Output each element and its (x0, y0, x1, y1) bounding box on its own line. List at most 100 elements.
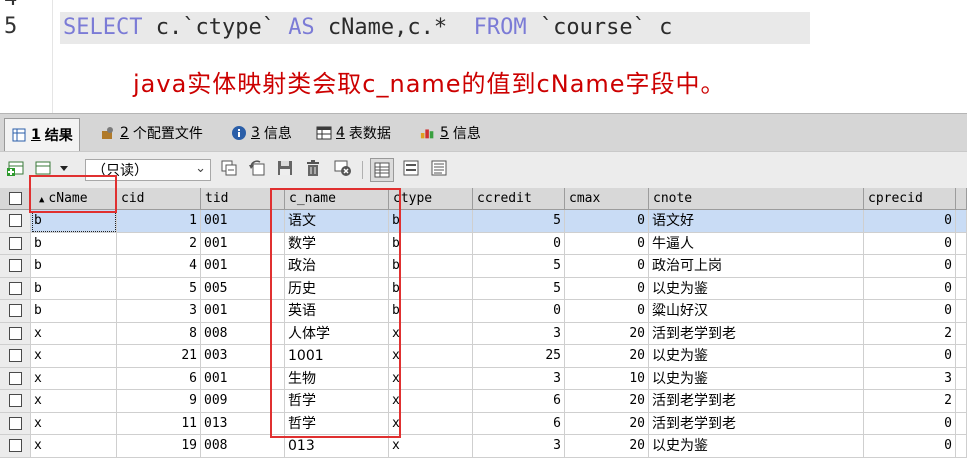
export-button[interactable] (32, 159, 72, 181)
cell-cnote[interactable]: 活到老学到老 (649, 322, 864, 345)
row-checkbox[interactable] (9, 214, 22, 227)
cell-ctype[interactable]: x (389, 367, 473, 390)
cell-ctype[interactable]: b (389, 210, 473, 233)
cell-cprecid[interactable]: 0 (864, 210, 956, 233)
cell-c-name[interactable]: 哲学 (285, 390, 389, 413)
cell-cname[interactable]: b (31, 277, 117, 300)
column-header-ctype[interactable]: ctype (389, 188, 473, 210)
cell-cnote[interactable]: 活到老学到老 (649, 412, 864, 435)
delete-button[interactable] (302, 159, 324, 181)
table-row[interactable]: x 21 003 1001 x 25 20 以史为鉴 0 (0, 345, 967, 368)
cell-ctype[interactable]: b (389, 255, 473, 278)
cell-tid[interactable]: 008 (201, 435, 285, 458)
tab-table-data[interactable]: 4 表数据 (310, 120, 397, 146)
column-header-c-name[interactable]: c_name (285, 188, 389, 210)
row-checkbox[interactable] (9, 394, 22, 407)
select-all-header[interactable] (0, 188, 31, 210)
text-view-button[interactable] (428, 159, 450, 181)
cell-cname[interactable]: x (31, 345, 117, 368)
cell-cprecid[interactable]: 3 (864, 367, 956, 390)
cell-ctype[interactable]: x (389, 412, 473, 435)
column-header-cmax[interactable]: cmax (565, 188, 649, 210)
cell-ctype[interactable]: x (389, 390, 473, 413)
table-row[interactable]: x 6 001 生物 x 3 10 以史为鉴 3 (0, 367, 967, 390)
row-select-cell[interactable] (0, 322, 31, 345)
table-row[interactable]: x 11 013 哲学 x 6 20 活到老学到老 0 (0, 412, 967, 435)
cell-ctype[interactable]: b (389, 277, 473, 300)
cell-cid[interactable]: 21 (117, 345, 201, 368)
cell-tid[interactable]: 003 (201, 345, 285, 368)
cell-ccredit[interactable]: 6 (473, 390, 565, 413)
cell-cprecid[interactable]: 0 (864, 255, 956, 278)
cell-c-name[interactable]: 人体学 (285, 322, 389, 345)
row-checkbox[interactable] (9, 416, 22, 430)
row-select-cell[interactable] (0, 277, 31, 300)
cell-cname[interactable]: x (31, 412, 117, 435)
cell-cid[interactable]: 3 (117, 300, 201, 323)
cell-cmax[interactable]: 0 (565, 300, 649, 323)
row-checkbox[interactable] (9, 281, 22, 295)
cell-c-name[interactable]: 数学 (285, 232, 389, 255)
select-all-checkbox[interactable] (9, 192, 22, 205)
grid-view-button[interactable] (370, 158, 394, 182)
table-row[interactable]: b 1 001 语文 b 5 0 语文好 0 (0, 210, 967, 233)
cell-cmax[interactable]: 20 (565, 390, 649, 413)
sql-editor[interactable]: 4 5 SELECT c.`ctype` AS cName,c.* FROM `… (0, 0, 967, 113)
row-checkbox[interactable] (9, 349, 22, 362)
row-select-cell[interactable] (0, 367, 31, 390)
table-row[interactable]: x 19 008 013 x 3 20 以史为鉴 0 (0, 435, 967, 458)
cell-cprecid[interactable]: 2 (864, 390, 956, 413)
cell-cprecid[interactable]: 0 (864, 277, 956, 300)
cell-tid[interactable]: 013 (201, 412, 285, 435)
column-header-cprecid[interactable]: cprecid (864, 188, 956, 210)
cell-cmax[interactable]: 10 (565, 367, 649, 390)
cell-ccredit[interactable]: 0 (473, 232, 565, 255)
cell-ccredit[interactable]: 5 (473, 277, 565, 300)
cell-c-name[interactable]: 语文 (285, 210, 389, 233)
cell-cmax[interactable]: 20 (565, 322, 649, 345)
cell-cid[interactable]: 5 (117, 277, 201, 300)
cell-cnote[interactable]: 语文好 (649, 210, 864, 233)
table-row[interactable]: x 9 009 哲学 x 6 20 活到老学到老 2 (0, 390, 967, 413)
cell-tid[interactable]: 001 (201, 367, 285, 390)
table-row[interactable]: x 8 008 人体学 x 3 20 活到老学到老 2 (0, 322, 967, 345)
tab-messages[interactable]: 3 信息 (225, 120, 298, 146)
cell-cid[interactable]: 6 (117, 367, 201, 390)
row-checkbox[interactable] (9, 236, 22, 250)
cell-c-name[interactable]: 历史 (285, 277, 389, 300)
cell-cnote[interactable]: 以史为鉴 (649, 435, 864, 458)
row-select-cell[interactable] (0, 232, 31, 255)
cell-tid[interactable]: 009 (201, 390, 285, 413)
column-header-ccredit[interactable]: ccredit (473, 188, 565, 210)
row-select-cell[interactable] (0, 435, 31, 458)
cell-cname[interactable]: b (31, 300, 117, 323)
row-select-cell[interactable] (0, 345, 31, 368)
table-row[interactable]: b 5 005 历史 b 5 0 以史为鉴 0 (0, 277, 967, 300)
row-select-cell[interactable] (0, 210, 31, 233)
cell-ctype[interactable]: x (389, 322, 473, 345)
copy-row-button[interactable] (218, 159, 240, 181)
cell-cnote[interactable]: 以史为鉴 (649, 277, 864, 300)
cell-cnote[interactable]: 活到老学到老 (649, 390, 864, 413)
cell-cmax[interactable]: 0 (565, 210, 649, 233)
form-view-button[interactable] (400, 159, 422, 181)
cell-cid[interactable]: 2 (117, 232, 201, 255)
cell-c-name[interactable]: 英语 (285, 300, 389, 323)
cell-cmax[interactable]: 20 (565, 412, 649, 435)
mode-select[interactable]: （只读） ⌄ (85, 159, 211, 181)
cell-cnote[interactable]: 以史为鉴 (649, 367, 864, 390)
column-header-tid[interactable]: tid (201, 188, 285, 210)
cell-ctype[interactable]: b (389, 300, 473, 323)
cell-c-name[interactable]: 政治 (285, 255, 389, 278)
cell-cid[interactable]: 9 (117, 390, 201, 413)
table-row[interactable]: b 3 001 英语 b 0 0 粱山好汉 0 (0, 300, 967, 323)
cell-cname[interactable]: x (31, 322, 117, 345)
cell-ctype[interactable]: x (389, 435, 473, 458)
cell-tid[interactable]: 001 (201, 255, 285, 278)
table-row[interactable]: b 2 001 数学 b 0 0 牛逼人 0 (0, 232, 967, 255)
cell-cprecid[interactable]: 2 (864, 322, 956, 345)
cell-ccredit[interactable]: 6 (473, 412, 565, 435)
cell-cprecid[interactable]: 0 (864, 345, 956, 368)
table-row[interactable]: b 4 001 政治 b 5 0 政治可上岗 0 (0, 255, 967, 278)
cell-ctype[interactable]: x (389, 345, 473, 368)
